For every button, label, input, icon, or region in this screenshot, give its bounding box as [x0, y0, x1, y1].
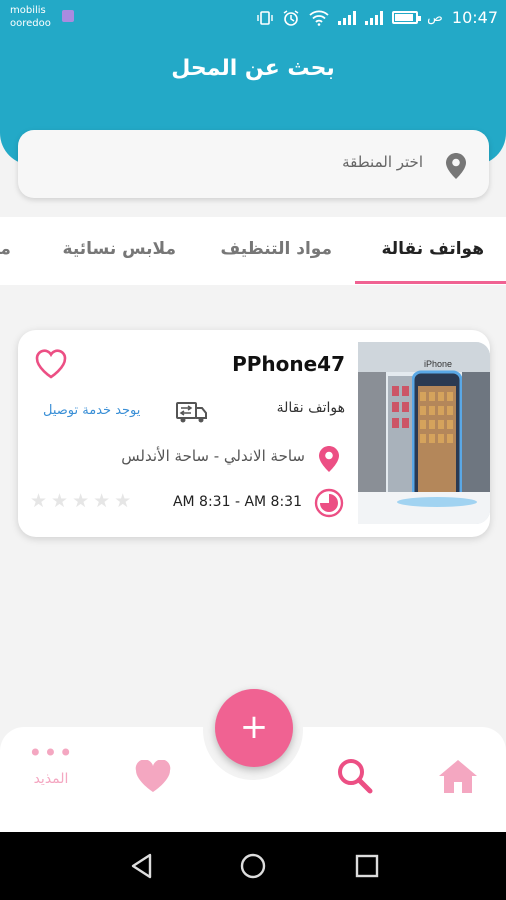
tab-mobile-phones[interactable]: هواتف نقالة — [381, 239, 484, 259]
address-pin-icon — [319, 446, 339, 472]
favorite-outline-icon[interactable] — [34, 348, 68, 380]
shop-card[interactable]: iPhone PPhone47 هواتف نقالة يوجد خدمة تو… — [18, 330, 490, 537]
alarm-icon — [283, 9, 299, 26]
sim-icon — [62, 10, 74, 22]
carrier-line-2: ooredoo — [10, 18, 51, 29]
add-button[interactable]: + — [215, 689, 293, 767]
star-icon: ★ — [93, 490, 111, 512]
wifi-icon — [309, 10, 329, 26]
category-tabs: هواتف نقالة مواد التنظيف ملابس نسائية ما — [0, 217, 506, 285]
shop-category: هواتف نقالة — [276, 400, 345, 416]
star-icon: ★ — [72, 490, 90, 512]
signal-icon-1 — [338, 10, 357, 25]
star-icon: ★ — [51, 490, 69, 512]
star-icon: ★ — [30, 490, 48, 512]
more-label: المذيد — [33, 771, 69, 787]
battery-icon — [392, 11, 422, 24]
home-system-icon[interactable] — [239, 852, 267, 880]
delivery-truck-icon — [176, 402, 207, 423]
shop-address: ساحة الاندلي - ساحة الأندلس — [121, 447, 305, 465]
opening-hours-icon — [314, 488, 344, 518]
delivery-available-label: يوجد خدمة توصيل — [43, 403, 141, 418]
more-menu[interactable]: ••• المذيد — [28, 739, 74, 787]
shop-name[interactable]: PPhone47 — [232, 352, 345, 376]
more-dots-icon: ••• — [28, 739, 74, 767]
carrier-label: mobilis ooredoo — [10, 4, 51, 30]
search-icon[interactable] — [336, 757, 374, 795]
shop-photo-image: iPhone — [358, 342, 490, 524]
home-icon[interactable] — [437, 757, 479, 795]
status-icons: ص 10:47 — [257, 8, 498, 27]
page-title: بحث عن المحل — [171, 56, 335, 81]
recents-icon[interactable] — [354, 852, 380, 880]
signal-icon-2 — [365, 10, 384, 25]
shop-sign: iPhone — [424, 359, 452, 369]
vibrate-icon — [257, 10, 273, 25]
system-nav-bar — [0, 832, 506, 900]
back-icon[interactable] — [128, 852, 156, 880]
status-bar: mobilis ooredoo ص 10:47 — [0, 0, 506, 36]
region-select[interactable]: اختر المنطقة — [18, 130, 489, 198]
rating-stars: ★ ★ ★ ★ ★ — [30, 492, 131, 511]
tab-cleaning-supplies[interactable]: مواد التنظيف — [221, 239, 333, 259]
location-pin-icon — [446, 153, 466, 179]
favorites-icon[interactable] — [134, 760, 172, 794]
carrier-line-1: mobilis — [10, 5, 46, 16]
active-tab-indicator — [355, 281, 506, 284]
star-icon: ★ — [114, 490, 132, 512]
clock-time: 10:47 — [451, 8, 498, 27]
opening-hours: AM 8:31 - AM 8:31 — [172, 494, 302, 510]
tab-partial[interactable]: ما — [0, 239, 11, 259]
region-placeholder: اختر المنطقة — [342, 153, 423, 171]
tab-womens-clothing[interactable]: ملابس نسائية — [63, 239, 176, 259]
ampm-label: ص — [427, 10, 443, 25]
shop-photo: iPhone — [358, 342, 490, 524]
